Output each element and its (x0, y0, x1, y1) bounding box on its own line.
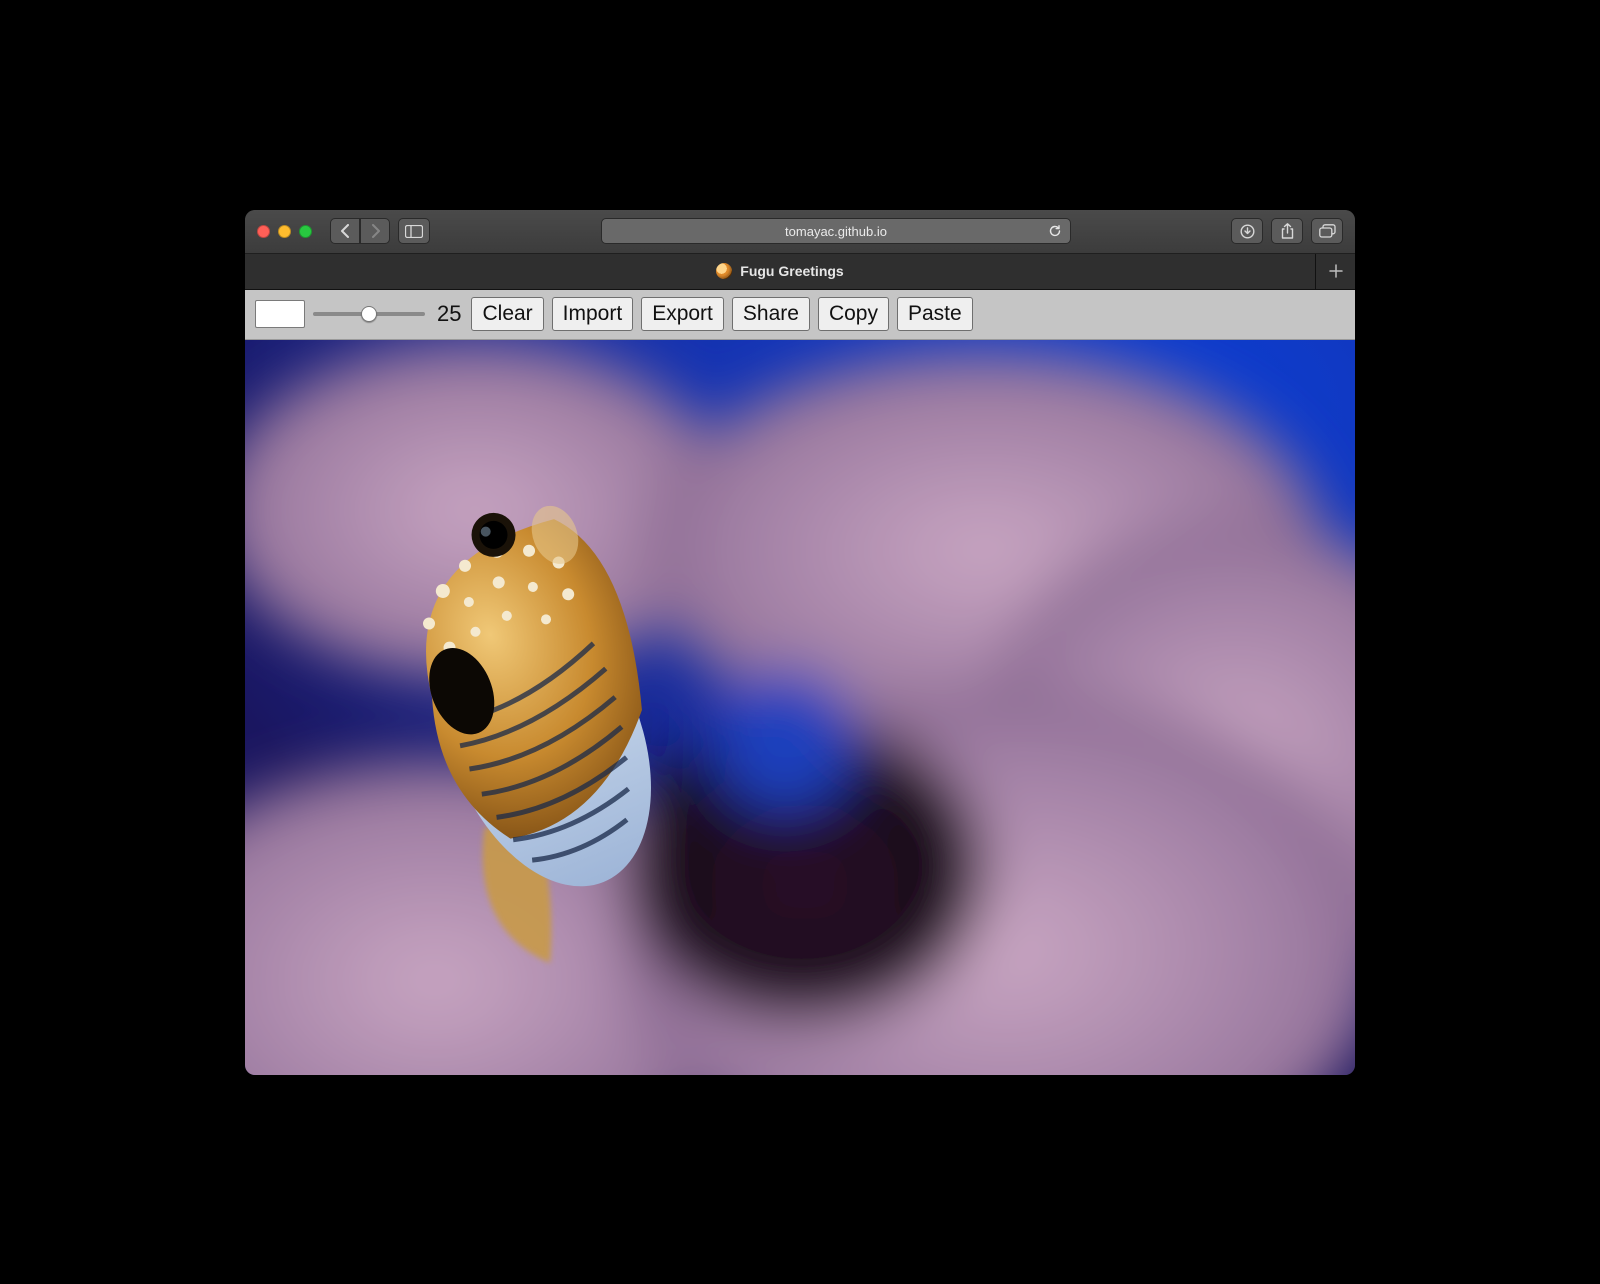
browser-tab-active[interactable]: Fugu Greetings (245, 254, 1315, 289)
clear-button[interactable]: Clear (471, 297, 543, 331)
nav-buttons (330, 218, 390, 244)
brush-size-slider[interactable] (313, 304, 425, 324)
tab-strip: Fugu Greetings (245, 254, 1355, 290)
url-text: tomayac.github.io (785, 224, 887, 239)
tabs-button[interactable] (1311, 218, 1343, 244)
tab-title: Fugu Greetings (740, 263, 843, 279)
downloads-button[interactable] (1231, 218, 1263, 244)
download-icon (1240, 224, 1255, 239)
share-icon (1281, 223, 1294, 239)
canvas-area[interactable] (245, 340, 1355, 1075)
export-button[interactable]: Export (641, 297, 724, 331)
brush-size-value: 25 (437, 301, 461, 327)
share-app-button[interactable]: Share (732, 297, 810, 331)
slider-thumb[interactable] (361, 306, 377, 322)
share-button[interactable] (1271, 218, 1303, 244)
sidebar-icon (405, 225, 423, 238)
import-button[interactable]: Import (552, 297, 634, 331)
canvas-image (245, 340, 1355, 1075)
app-toolbar: 25 Clear Import Export Share Copy Paste (245, 290, 1355, 340)
reload-button[interactable] (1048, 224, 1062, 238)
paste-button[interactable]: Paste (897, 297, 973, 331)
sidebar-toggle-button[interactable] (398, 218, 430, 244)
chevron-left-icon (340, 224, 351, 238)
plus-icon (1329, 264, 1343, 278)
window-controls (257, 225, 312, 238)
tabs-icon (1319, 224, 1336, 238)
chevron-right-icon (370, 224, 381, 238)
new-tab-button[interactable] (1315, 254, 1355, 289)
safari-window: tomayac.github.io (245, 210, 1355, 1075)
back-button[interactable] (330, 218, 360, 244)
color-picker[interactable] (255, 300, 305, 328)
maximize-window-button[interactable] (299, 225, 312, 238)
address-bar[interactable]: tomayac.github.io (601, 218, 1071, 244)
forward-button[interactable] (360, 218, 390, 244)
browser-toolbar: tomayac.github.io (245, 210, 1355, 254)
favicon-icon (716, 263, 732, 279)
copy-button[interactable]: Copy (818, 297, 889, 331)
reload-icon (1048, 224, 1062, 238)
minimize-window-button[interactable] (278, 225, 291, 238)
close-window-button[interactable] (257, 225, 270, 238)
